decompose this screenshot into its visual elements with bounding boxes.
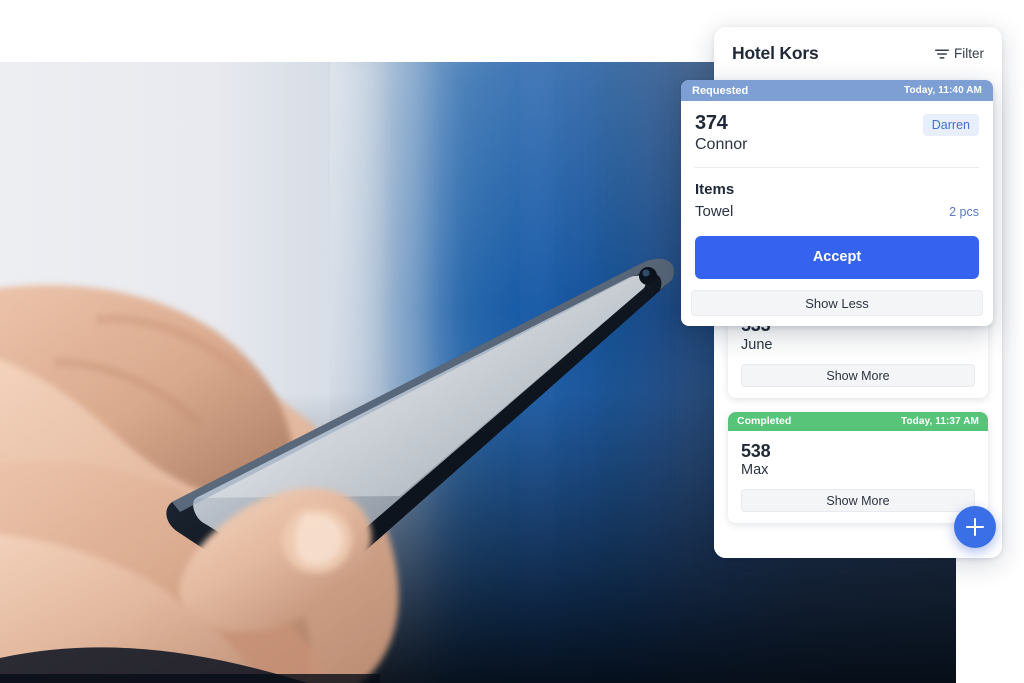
status-time: Today, 11:37 AM bbox=[900, 415, 979, 427]
order-card-374-body: 374 Connor Darren Items Towel 2 pcs bbox=[681, 101, 993, 220]
item-name: Towel bbox=[695, 203, 734, 220]
show-more-button[interactable]: Show More bbox=[741, 489, 975, 513]
guest-name: June bbox=[741, 336, 773, 353]
order-identity: 374 Connor bbox=[695, 112, 747, 154]
status-label: Requested bbox=[692, 84, 749, 97]
filter-label: Filter bbox=[954, 46, 984, 61]
order-card-538[interactable]: Completed Today, 11:37 AM 538 Max Show M… bbox=[728, 411, 988, 524]
status-badge-completed: Completed Today, 11:37 AM bbox=[728, 411, 988, 431]
guest-name: Connor bbox=[695, 136, 748, 153]
panel-header: Hotel Kors Filter bbox=[714, 27, 1002, 80]
status-badge-requested: Requested Today, 11:40 AM bbox=[681, 80, 993, 101]
order-card-538-body: 538 Max Show More bbox=[728, 431, 988, 524]
plus-icon-vertical bbox=[974, 518, 976, 536]
accept-button[interactable]: Accept bbox=[695, 236, 979, 279]
item-quantity: 2 pcs bbox=[949, 205, 979, 219]
show-less-button[interactable]: Show Less bbox=[691, 290, 983, 316]
room-number: 538 bbox=[741, 440, 771, 461]
assignee-badge[interactable]: Darren bbox=[922, 114, 979, 136]
page-title: Hotel Kors bbox=[732, 43, 819, 63]
item-row: Towel 2 pcs bbox=[695, 203, 979, 220]
section-divider bbox=[695, 167, 979, 168]
status-time: Today, 11:40 AM bbox=[903, 85, 982, 96]
show-more-button[interactable]: Show More bbox=[741, 363, 975, 387]
orders-panel: Hotel Kors Filter 533 June bbox=[681, 27, 1002, 558]
order-card-374-top: 374 Connor Darren bbox=[695, 112, 979, 154]
order-card-374-expanded[interactable]: Requested Today, 11:40 AM 374 Connor Dar… bbox=[681, 80, 993, 326]
items-heading: Items bbox=[695, 181, 735, 198]
add-order-fab[interactable] bbox=[954, 506, 996, 548]
room-number: 374 bbox=[695, 112, 728, 134]
screenshot-root: Hotel Kors Filter 533 June bbox=[0, 0, 1024, 683]
filter-button[interactable]: Filter bbox=[935, 46, 984, 61]
guest-name: Max bbox=[741, 462, 769, 479]
filter-icon bbox=[935, 49, 949, 59]
status-label: Completed bbox=[737, 415, 792, 428]
